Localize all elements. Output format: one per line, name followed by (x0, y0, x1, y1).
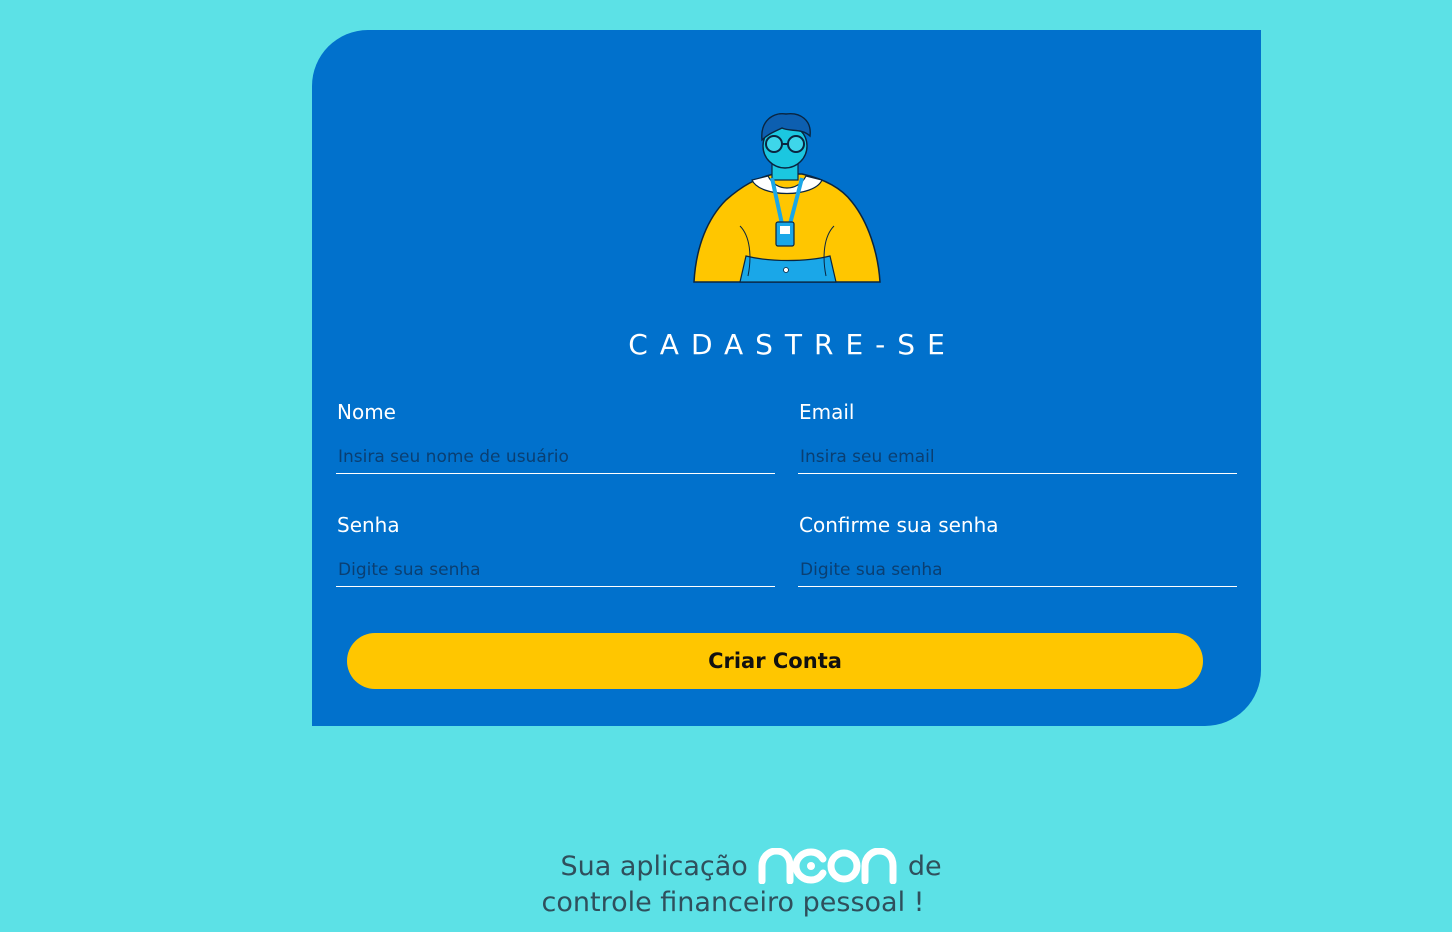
footer-tagline-line2: controle financeiro pessoal ! (541, 887, 925, 918)
password-label: Senha (337, 513, 400, 537)
email-input[interactable] (798, 440, 1237, 474)
neon-logo-icon (758, 848, 897, 884)
footer-prefix: Sua aplicação (560, 850, 748, 882)
signup-card: CADASTRE-SE Nome Email Senha Confirme su… (312, 30, 1261, 726)
page-title: CADASTRE-SE (628, 328, 957, 361)
password-input[interactable] (336, 553, 775, 587)
footer-suffix: de (907, 850, 942, 882)
create-account-button[interactable]: Criar Conta (347, 633, 1203, 689)
name-label: Nome (337, 400, 396, 424)
footer-tagline-line1: Sua aplicação de (0, 848, 1452, 884)
person-illustration-icon (693, 113, 881, 283)
confirm-password-input[interactable] (798, 553, 1237, 587)
name-input[interactable] (336, 440, 775, 474)
email-label: Email (799, 400, 855, 424)
confirm-password-label: Confirme sua senha (799, 513, 999, 537)
